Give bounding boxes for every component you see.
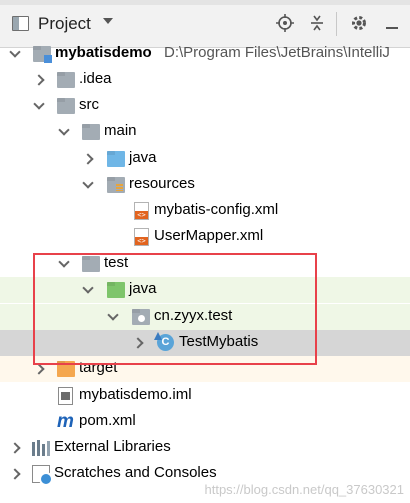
chevron-right-icon[interactable] bbox=[32, 362, 46, 376]
tree-row-resources[interactable]: resources bbox=[0, 172, 410, 198]
tree-row-pom[interactable]: m pom.xml bbox=[0, 409, 410, 435]
resources-folder-label: resources bbox=[129, 175, 195, 192]
tree-row-test-java[interactable]: java bbox=[0, 277, 410, 303]
tree-row-src[interactable]: src bbox=[0, 93, 410, 119]
idea-folder-label: .idea bbox=[79, 70, 112, 87]
main-java-folder-label: java bbox=[129, 149, 157, 166]
folder-icon bbox=[82, 256, 100, 272]
tree-row-external-libraries[interactable]: External Libraries bbox=[0, 435, 410, 461]
tree-row-idea[interactable]: .idea bbox=[0, 67, 410, 93]
mapper-xml-label: UserMapper.xml bbox=[154, 227, 264, 244]
test-java-folder-label: java bbox=[129, 280, 157, 297]
project-view-title[interactable]: Project bbox=[38, 14, 91, 34]
project-view-icon bbox=[12, 16, 29, 31]
main-folder-label: main bbox=[104, 122, 137, 139]
xml-file-icon bbox=[134, 228, 149, 246]
pom-file-label: pom.xml bbox=[79, 412, 136, 429]
root-module-label: mybatisdemo bbox=[55, 44, 152, 61]
chevron-right-icon[interactable] bbox=[131, 336, 145, 350]
source-folder-icon bbox=[107, 151, 125, 167]
config-xml-label: mybatis-config.xml bbox=[154, 201, 279, 218]
chevron-right-icon[interactable] bbox=[32, 73, 46, 87]
maven-icon: m bbox=[57, 411, 74, 432]
xml-file-icon bbox=[134, 202, 149, 220]
iml-file-icon bbox=[58, 387, 73, 405]
gear-icon[interactable] bbox=[348, 12, 370, 34]
tree-row-main-java[interactable]: java bbox=[0, 146, 410, 172]
test-folder-label: test bbox=[104, 254, 129, 271]
chevron-down-icon[interactable] bbox=[81, 178, 95, 192]
src-folder-label: src bbox=[79, 96, 99, 113]
package-label: cn.zyyx.test bbox=[154, 307, 233, 324]
tree-row-config-xml[interactable]: mybatis-config.xml bbox=[0, 198, 410, 224]
resources-folder-icon bbox=[107, 177, 125, 193]
chevron-down-icon[interactable] bbox=[57, 257, 71, 271]
watermark-text: https://blog.csdn.net/qq_37630321 bbox=[204, 482, 405, 497]
chevron-down-icon[interactable] bbox=[8, 47, 22, 61]
chevron-right-icon[interactable] bbox=[81, 152, 95, 166]
chevron-right-icon[interactable] bbox=[8, 467, 22, 481]
tree-row-main[interactable]: main bbox=[0, 119, 410, 145]
tree-row-test-class[interactable]: TestMybatis bbox=[0, 330, 410, 356]
package-icon bbox=[132, 309, 150, 325]
toolbar-top-border bbox=[0, 0, 410, 5]
chevron-down-icon[interactable] bbox=[32, 99, 46, 113]
tree-row-test[interactable]: test bbox=[0, 251, 410, 277]
scratches-label: Scratches and Consoles bbox=[54, 464, 217, 481]
folder-icon bbox=[82, 124, 100, 140]
tree-row-root[interactable]: mybatisdemo D:\Program Files\JetBrains\I… bbox=[0, 41, 410, 67]
target-folder-label: target bbox=[79, 359, 118, 376]
folder-icon bbox=[57, 98, 75, 114]
chevron-right-icon[interactable] bbox=[8, 441, 22, 455]
folder-icon bbox=[57, 72, 75, 88]
collapse-all-icon[interactable] bbox=[306, 12, 328, 34]
crosshair-icon[interactable] bbox=[274, 12, 296, 34]
tree-row-target[interactable]: target bbox=[0, 356, 410, 382]
chevron-down-icon[interactable] bbox=[57, 125, 71, 139]
tree-row-mapper-xml[interactable]: UserMapper.xml bbox=[0, 224, 410, 250]
toolbar-separator bbox=[336, 12, 337, 36]
external-libraries-label: External Libraries bbox=[54, 438, 171, 455]
libraries-icon bbox=[32, 440, 50, 456]
chevron-down-icon[interactable] bbox=[103, 18, 113, 24]
test-class-label: TestMybatis bbox=[179, 333, 259, 350]
java-class-icon bbox=[157, 334, 174, 351]
tree-row-iml[interactable]: mybatisdemo.iml bbox=[0, 383, 410, 409]
chevron-down-icon[interactable] bbox=[81, 283, 95, 297]
test-source-folder-icon bbox=[107, 282, 125, 298]
scratches-icon bbox=[32, 465, 53, 486]
module-folder-icon bbox=[33, 46, 52, 63]
iml-file-label: mybatisdemo.iml bbox=[79, 386, 192, 403]
tree-row-package[interactable]: cn.zyyx.test bbox=[0, 304, 410, 330]
root-module-path: D:\Program Files\JetBrains\IntelliJ bbox=[164, 44, 390, 61]
excluded-folder-icon bbox=[57, 361, 75, 377]
minimize-icon[interactable] bbox=[381, 12, 403, 34]
chevron-down-icon[interactable] bbox=[106, 310, 120, 324]
